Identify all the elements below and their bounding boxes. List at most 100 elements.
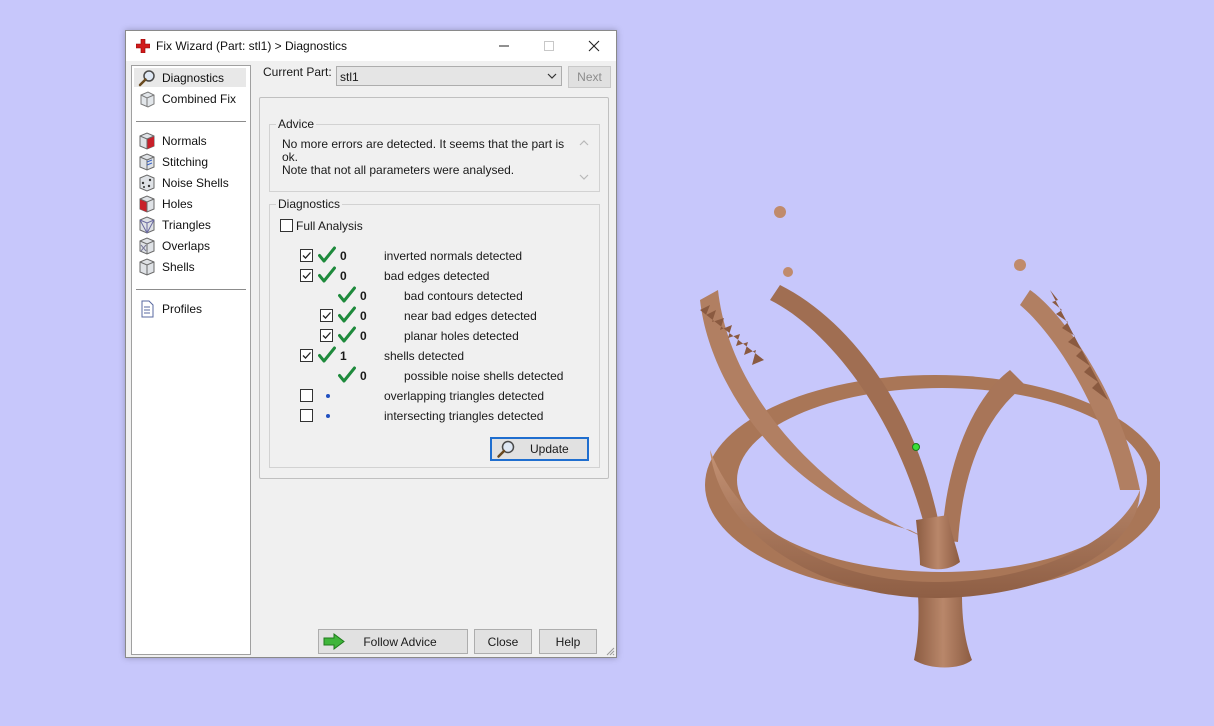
3d-ring-model[interactable] — [680, 190, 1160, 680]
green-check-icon — [338, 366, 356, 383]
holes-cube-icon — [139, 194, 155, 213]
near-bad-edges-checkbox[interactable] — [320, 309, 333, 322]
nav-item-diagnostics[interactable]: Diagnostics — [134, 68, 246, 87]
full-analysis-label: Full Analysis — [296, 219, 363, 233]
count-value: 0 — [340, 269, 347, 283]
planar-holes-checkbox[interactable] — [320, 329, 333, 342]
close-button[interactable]: Close — [474, 629, 532, 654]
pending-dot-icon — [326, 414, 330, 418]
nav-label: Noise Shells — [162, 175, 229, 190]
nav-item-stitching[interactable]: Stitching — [134, 152, 246, 171]
advice-line: No more errors are detected. It seems th… — [282, 137, 565, 164]
bad-edges-checkbox[interactable] — [300, 269, 313, 282]
nav-item-normals[interactable]: Normals — [134, 131, 246, 150]
diagnostic-label: inverted normals detected — [384, 249, 523, 263]
intersecting-triangles-checkbox[interactable] — [300, 409, 313, 422]
advice-scrollbar[interactable] — [577, 137, 591, 183]
diagnostic-label: shells detected — [384, 349, 465, 363]
diagnostic-label: bad edges detected — [384, 269, 490, 283]
document-icon — [141, 300, 154, 317]
nav-item-overlaps[interactable]: Overlaps — [134, 236, 246, 255]
checkmark-icon — [322, 312, 331, 319]
red-cross-app-icon — [136, 39, 150, 53]
count-value: 1 — [340, 349, 347, 363]
pending-dot-icon — [326, 394, 330, 398]
nav-label: Profiles — [162, 301, 203, 316]
update-label: Update — [530, 442, 569, 456]
advice-line: Note that not all parameters were analys… — [282, 163, 515, 177]
shells-cube-icon — [139, 257, 155, 276]
follow-advice-label: Follow Advice — [363, 634, 437, 649]
nav-separator — [136, 121, 246, 122]
fix-wizard-window: Fix Wizard (Part: stl1) > Diagnostics Di… — [125, 30, 617, 658]
nav-label: Triangles — [162, 217, 211, 232]
next-button[interactable]: Next — [568, 66, 611, 88]
follow-advice-button[interactable]: Follow Advice — [318, 629, 468, 654]
noise-shells-icon — [139, 173, 155, 192]
advice-title: Advice — [276, 117, 317, 131]
minimize-icon — [499, 45, 509, 47]
diagnostics-panel: Advice No more errors are detected. It s… — [259, 97, 609, 479]
count-value: 0 — [360, 309, 367, 323]
count-value: 0 — [360, 369, 367, 383]
checkmark-icon — [302, 252, 311, 259]
current-part-select[interactable]: stl1 — [336, 66, 562, 86]
green-check-icon — [338, 326, 356, 343]
advice-group: Advice No more errors are detected. It s… — [269, 117, 600, 192]
title-bar[interactable]: Fix Wizard (Part: stl1) > Diagnostics — [126, 31, 616, 61]
checkmark-icon — [322, 332, 331, 339]
green-check-icon — [338, 286, 356, 303]
diagnostic-label: possible noise shells detected — [404, 369, 564, 383]
stitching-cube-icon — [139, 152, 155, 171]
cube-icon — [140, 90, 155, 108]
nav-label: Stitching — [162, 154, 209, 169]
full-analysis-checkbox[interactable] — [280, 219, 293, 232]
shells-checkbox[interactable] — [300, 349, 313, 362]
nav-label: Holes — [162, 196, 193, 211]
window-title: Fix Wizard (Part: stl1) > Diagnostics — [156, 39, 348, 53]
current-part-label: Current Part: — [263, 65, 332, 79]
current-part-value: stl1 — [340, 70, 359, 84]
count-value: 0 — [360, 329, 367, 343]
wizard-nav: Diagnostics Combined Fix Normals Stitchi… — [131, 65, 251, 655]
nav-label: Overlaps — [162, 238, 211, 253]
maximize-button[interactable] — [526, 31, 571, 61]
close-icon — [588, 40, 600, 52]
green-check-icon — [318, 266, 336, 283]
nav-item-triangles[interactable]: Triangles — [134, 215, 246, 234]
advice-text: No more errors are detected. It seems th… — [282, 138, 567, 177]
minimize-button[interactable] — [481, 31, 526, 61]
nav-label: Shells — [162, 259, 195, 274]
nav-label: Diagnostics — [162, 70, 225, 85]
diagnostic-label: planar holes detected — [404, 329, 519, 343]
diagnostics-title: Diagnostics — [276, 197, 343, 211]
chevron-down-icon — [547, 73, 557, 79]
nav-item-profiles[interactable]: Profiles — [134, 299, 246, 318]
nav-item-noise-shells[interactable]: Noise Shells — [134, 173, 246, 192]
nav-item-shells[interactable]: Shells — [134, 257, 246, 276]
update-button[interactable]: Update — [490, 437, 589, 461]
magnifier-icon — [497, 440, 515, 458]
count-value: 0 — [360, 289, 367, 303]
inverted-normals-checkbox[interactable] — [300, 249, 313, 262]
overlapping-triangles-checkbox[interactable] — [300, 389, 313, 402]
nav-label: Combined Fix — [162, 91, 237, 106]
diagnostic-label: intersecting triangles detected — [384, 409, 544, 423]
green-check-icon — [338, 306, 356, 323]
nav-item-combined-fix[interactable]: Combined Fix — [134, 89, 246, 108]
overlaps-cube-icon — [139, 236, 155, 255]
diagnostic-label: bad contours detected — [404, 289, 523, 303]
green-check-icon — [318, 346, 336, 363]
help-button[interactable]: Help — [539, 629, 597, 654]
count-value: 0 — [340, 249, 347, 263]
green-check-icon — [318, 246, 336, 263]
normals-cube-icon — [139, 131, 155, 150]
diagnostic-label: overlapping triangles detected — [384, 389, 545, 403]
diagnostic-label: near bad edges detected — [404, 309, 537, 323]
triangles-cube-icon — [139, 215, 155, 234]
nav-item-holes[interactable]: Holes — [134, 194, 246, 213]
resize-grip-icon[interactable] — [605, 646, 615, 656]
diagnostics-group: Diagnostics Full Analysis 0 inverted nor… — [269, 197, 600, 468]
nav-separator — [136, 289, 246, 290]
close-window-button[interactable] — [572, 31, 617, 61]
